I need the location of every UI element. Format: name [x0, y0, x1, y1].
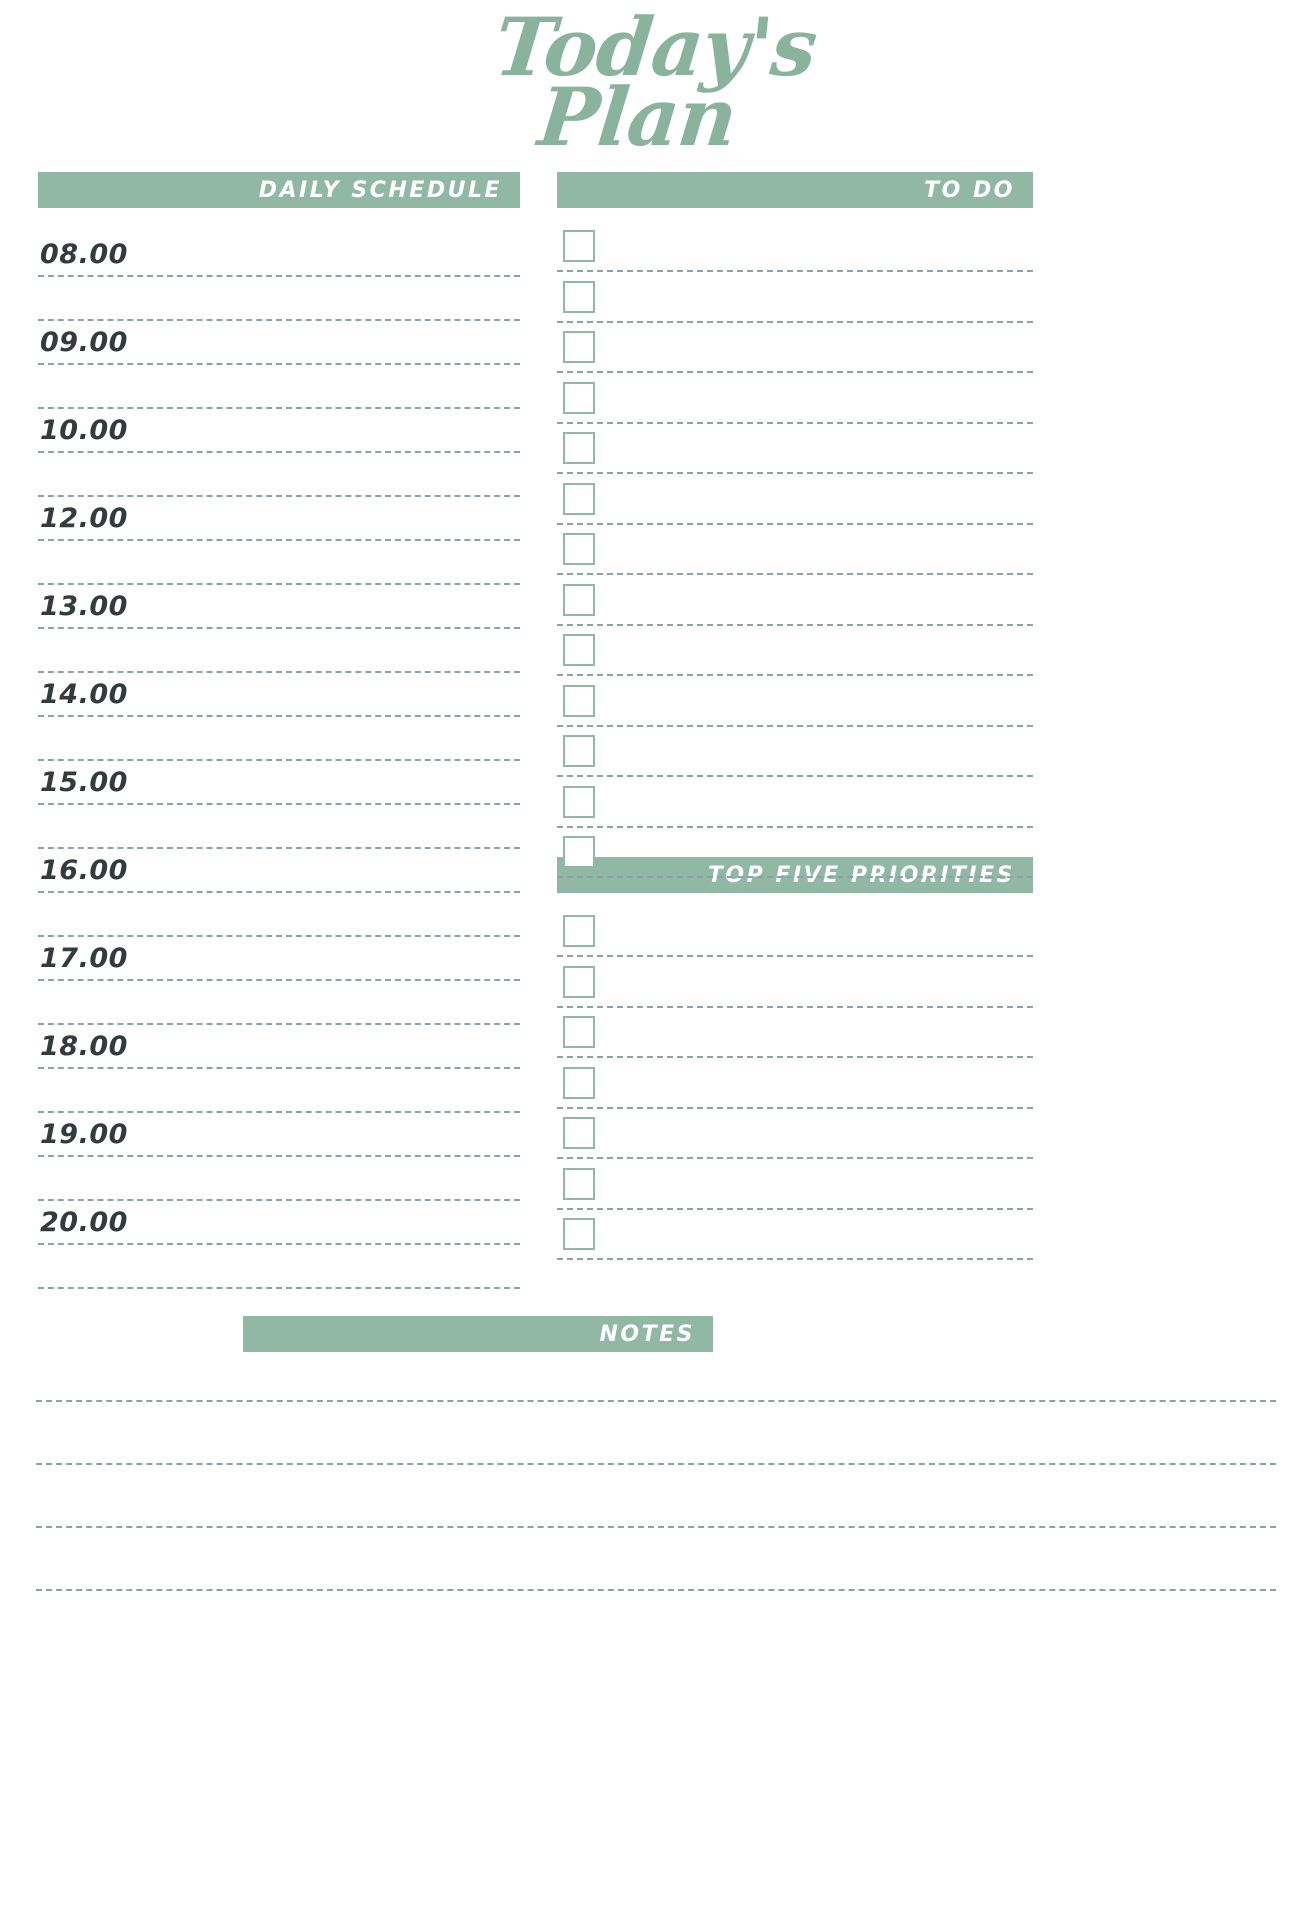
schedule-write-line[interactable]	[38, 539, 520, 541]
priority-write-line[interactable]	[557, 1005, 1033, 1008]
schedule-write-line[interactable]	[38, 495, 520, 497]
priority-write-line[interactable]	[557, 1056, 1033, 1058]
schedule-write-line[interactable]	[38, 1199, 520, 1201]
schedule-write-line[interactable]	[38, 627, 520, 629]
schedule-write-line[interactable]	[38, 759, 520, 761]
schedule-time-label: 15.00	[40, 767, 128, 798]
todo-write-line[interactable]	[557, 724, 1033, 727]
todo-checkbox[interactable]	[563, 280, 595, 313]
priority-checkbox[interactable]	[563, 915, 595, 947]
todo-checkbox[interactable]	[563, 634, 595, 666]
schedule-time-label: 10.00	[40, 415, 128, 446]
todo-write-line[interactable]	[557, 522, 1033, 525]
todo-write-line[interactable]	[557, 825, 1033, 828]
planner-page: Today's Plan DAILY SCHEDULE TO DO TOP FI…	[0, 0, 1311, 1920]
schedule-time-label: 17.00	[40, 943, 128, 974]
priority-checkbox[interactable]	[563, 1167, 595, 1200]
schedule-time-label: 18.00	[40, 1031, 128, 1062]
section-header-notes: NOTES	[243, 1316, 713, 1352]
todo-checkbox[interactable]	[563, 230, 595, 262]
page-title: Today's Plan	[0, 0, 1311, 165]
schedule-time-label: 20.00	[40, 1207, 128, 1238]
priority-checkbox[interactable]	[563, 1218, 595, 1250]
todo-checkbox[interactable]	[563, 331, 595, 363]
notes-write-line[interactable]	[36, 1400, 1276, 1402]
todo-checkbox[interactable]	[563, 482, 595, 515]
todo-write-line[interactable]	[557, 674, 1033, 676]
schedule-write-line[interactable]	[38, 671, 520, 673]
todo-write-line[interactable]	[557, 270, 1033, 272]
schedule-time-label: 16.00	[40, 855, 128, 886]
priority-checkbox[interactable]	[563, 1117, 595, 1149]
priority-checkbox[interactable]	[563, 1016, 595, 1048]
page-title-line-2: Plan	[534, 70, 741, 165]
notes-write-line[interactable]	[36, 1526, 1276, 1528]
schedule-write-line[interactable]	[38, 803, 520, 805]
schedule-time-label: 09.00	[40, 327, 128, 358]
schedule-write-line[interactable]	[38, 407, 520, 409]
schedule-write-line[interactable]	[38, 847, 520, 849]
todo-checkbox[interactable]	[563, 533, 595, 565]
priority-write-line[interactable]	[557, 1207, 1033, 1210]
priority-checkbox[interactable]	[563, 1066, 595, 1099]
schedule-time-label: 14.00	[40, 679, 128, 710]
notes-write-line[interactable]	[36, 1589, 1276, 1591]
schedule-write-line[interactable]	[38, 319, 520, 321]
schedule-write-line[interactable]	[38, 363, 520, 365]
section-header-daily-schedule: DAILY SCHEDULE	[38, 172, 520, 208]
todo-checkbox[interactable]	[563, 583, 595, 616]
section-header-label: NOTES	[599, 1321, 695, 1347]
todo-checkbox[interactable]	[563, 785, 595, 818]
priority-write-line[interactable]	[557, 1106, 1033, 1109]
todo-checkbox[interactable]	[563, 432, 595, 464]
section-header-label: DAILY SCHEDULE	[258, 177, 502, 203]
schedule-write-line[interactable]	[38, 1243, 520, 1245]
schedule-write-line[interactable]	[38, 583, 520, 585]
schedule-write-line[interactable]	[38, 1023, 520, 1025]
schedule-write-line[interactable]	[38, 451, 520, 453]
priority-write-line[interactable]	[557, 955, 1033, 957]
todo-checkbox[interactable]	[563, 735, 595, 767]
priority-checkbox[interactable]	[563, 965, 595, 998]
section-header-label: TOP FIVE PRIORITIES	[707, 862, 1015, 888]
section-header-label: TO DO	[924, 177, 1015, 203]
todo-checkbox[interactable]	[563, 684, 595, 717]
todo-write-line[interactable]	[557, 371, 1033, 373]
schedule-write-line[interactable]	[38, 1287, 520, 1289]
schedule-write-line[interactable]	[38, 935, 520, 937]
todo-write-line[interactable]	[557, 876, 1033, 878]
priority-write-line[interactable]	[557, 1258, 1033, 1260]
todo-write-line[interactable]	[557, 472, 1033, 474]
todo-checkbox[interactable]	[563, 836, 595, 868]
schedule-write-line[interactable]	[38, 891, 520, 893]
todo-write-line[interactable]	[557, 573, 1033, 575]
schedule-write-line[interactable]	[38, 1111, 520, 1113]
todo-checkbox[interactable]	[563, 381, 595, 414]
section-header-to-do: TO DO	[557, 172, 1033, 208]
schedule-write-line[interactable]	[38, 979, 520, 981]
schedule-write-line[interactable]	[38, 715, 520, 717]
schedule-time-label: 12.00	[40, 503, 128, 534]
todo-write-line[interactable]	[557, 775, 1033, 777]
schedule-time-label: 19.00	[40, 1119, 128, 1150]
priority-write-line[interactable]	[557, 1157, 1033, 1159]
todo-write-line[interactable]	[557, 623, 1033, 626]
schedule-write-line[interactable]	[38, 1155, 520, 1157]
schedule-write-line[interactable]	[38, 275, 520, 277]
todo-write-line[interactable]	[557, 421, 1033, 424]
notes-write-line[interactable]	[36, 1463, 1276, 1465]
schedule-write-line[interactable]	[38, 1067, 520, 1069]
schedule-time-label: 13.00	[40, 591, 128, 622]
section-header-top-five-priorities: TOP FIVE PRIORITIES	[557, 857, 1033, 893]
schedule-time-label: 08.00	[40, 239, 128, 270]
todo-write-line[interactable]	[557, 320, 1033, 323]
